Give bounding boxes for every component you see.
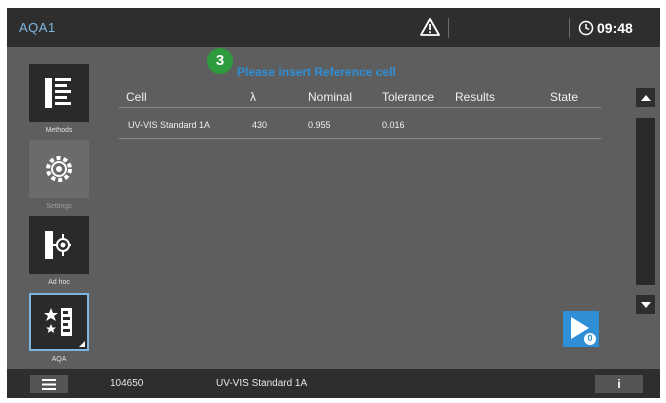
clock-time: 09:48: [597, 20, 633, 36]
info-button[interactable]: i: [595, 375, 643, 393]
sidebar-item-label: Methods: [45, 127, 73, 134]
scrollbar-track[interactable]: [636, 118, 655, 285]
column-header-results: Results: [455, 90, 496, 104]
column-header-nominal: Nominal: [308, 90, 353, 104]
sidebar-item-settings[interactable]: [29, 140, 89, 198]
instruction-prompt: Please insert Reference cell: [237, 65, 396, 79]
scroll-up-button[interactable]: [636, 88, 655, 107]
cell-lambda: 430: [252, 120, 268, 130]
gear-icon: [46, 156, 72, 182]
sidebar-item-label: Settings: [46, 203, 72, 210]
cell-nominal: 0.955: [308, 120, 331, 130]
hamburger-menu-icon: [42, 378, 56, 390]
methods-icon: [45, 78, 71, 108]
standard-name: UV-VIS Standard 1A: [216, 378, 308, 389]
step-badge: 3: [207, 48, 233, 74]
top-bar: AQA1 09:48: [7, 8, 660, 47]
app-title: AQA1: [19, 20, 56, 35]
divider: [569, 18, 570, 38]
corner-indicator-icon: [79, 341, 85, 347]
aqa-icon: [44, 308, 72, 336]
instrument-screen: AQA1 09:48 Methods Settings Ad hoc AQA 3…: [7, 8, 660, 398]
arrow-down-icon: [640, 301, 651, 308]
start-counter-badge: 0: [587, 333, 593, 343]
cell-tolerance: 0.016: [382, 120, 405, 130]
divider: [448, 18, 449, 38]
sidebar-item-label: AQA: [51, 356, 67, 363]
menu-button[interactable]: [30, 375, 68, 393]
ad-hoc-icon: [45, 231, 71, 259]
sidebar-item-ad-hoc[interactable]: [29, 216, 89, 274]
warning-triangle-icon[interactable]: [420, 18, 440, 36]
column-header-tolerance: Tolerance: [382, 90, 435, 104]
cell-name: UV-VIS Standard 1A: [128, 120, 211, 130]
scroll-down-button[interactable]: [636, 295, 655, 314]
arrow-up-icon: [640, 94, 651, 101]
bottom-bar: 104650 UV-VIS Standard 1A i: [7, 369, 660, 398]
sidebar-item-methods[interactable]: [29, 64, 89, 122]
start-measurement-button[interactable]: 0: [563, 311, 599, 347]
column-header-cell: Cell: [126, 90, 147, 104]
sidebar-item-label: Ad hoc: [48, 279, 70, 286]
column-header-lambda: λ: [250, 90, 256, 104]
clock: 09:48: [578, 19, 633, 37]
clock-icon: [578, 20, 594, 36]
table-header-rule: [119, 107, 601, 108]
table-row-rule: [119, 138, 601, 139]
sidebar-item-aqa[interactable]: [29, 293, 89, 351]
column-header-state: State: [550, 90, 579, 104]
sample-id: 104650: [110, 378, 144, 389]
